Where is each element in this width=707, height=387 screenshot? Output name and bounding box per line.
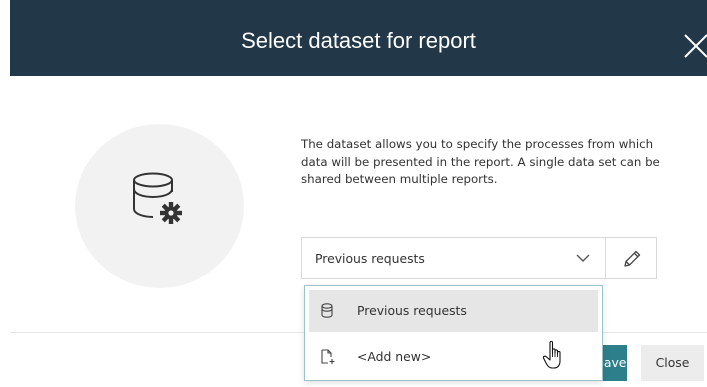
database-icon [321, 303, 333, 318]
database-settings-icon [133, 172, 182, 224]
pencil-icon [624, 250, 641, 267]
dropdown-option-label: Previous requests [357, 303, 467, 318]
close-button[interactable]: Close [641, 345, 704, 381]
dialog-title: Select dataset for report [241, 28, 476, 53]
dataset-illustration [75, 124, 244, 288]
dataset-select-value: Previous requests [315, 251, 425, 266]
dataset-description: The dataset allows you to specify the pr… [301, 137, 660, 186]
dropdown-option-label: <Add new> [357, 349, 432, 364]
hand-pointer-icon [542, 340, 561, 369]
close-icon[interactable] [678, 28, 707, 58]
new-document-icon [321, 349, 335, 364]
edit-dataset-button[interactable] [605, 237, 657, 279]
select-dataset-dialog: Select dataset for report The dataset al… [0, 0, 707, 387]
dropdown-option-previous-requests[interactable]: Previous requests [309, 290, 598, 332]
dataset-select[interactable]: Previous requests [301, 237, 605, 279]
dialog-header: Select dataset for report [10, 0, 707, 76]
chevron-down-icon [576, 254, 590, 262]
